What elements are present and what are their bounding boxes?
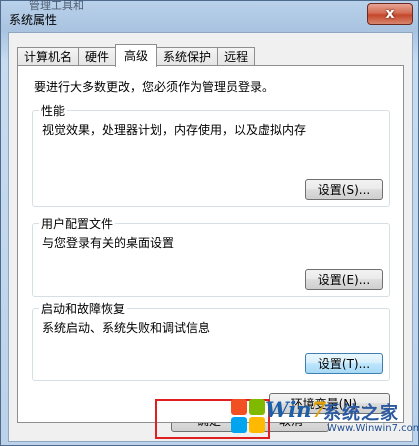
tab-hardware[interactable]: 硬件 <box>78 47 117 67</box>
tab-strip: 计算机名 硬件 高级 系统保护 远程 <box>17 44 256 67</box>
close-button[interactable]: x <box>367 3 413 25</box>
system-properties-window: 管理工具和 系统属性 x 计算机名 硬件 高级 系统保护 远程 要进行大多数更改… <box>0 0 419 446</box>
watermark-chinese-name: 系统之家 <box>323 403 399 424</box>
window-title: 系统属性 <box>9 13 58 27</box>
performance-legend: 性能 <box>39 102 68 119</box>
watermark-brand: Win7 <box>265 397 327 422</box>
user-profiles-settings-button[interactable]: 设置(E)... <box>305 269 383 290</box>
tab-system-protection[interactable]: 系统保护 <box>156 47 219 67</box>
watermark-url: Www.Winwin7.com <box>327 423 419 434</box>
startup-recovery-group: 启动和故障恢复 系统启动、系统失败和调试信息 设置(T)... <box>32 300 390 381</box>
dialog-client-area: 计算机名 硬件 高级 系统保护 远程 要进行大多数更改，您必须作为管理员登录。 … <box>8 32 413 442</box>
user-profiles-legend: 用户配置文件 <box>39 215 116 232</box>
startup-recovery-settings-button[interactable]: 设置(T)... <box>305 353 383 374</box>
startup-recovery-description: 系统启动、系统失败和调试信息 <box>42 321 211 335</box>
tab-computer-name[interactable]: 计算机名 <box>17 47 80 67</box>
windows-logo-icon <box>231 399 267 435</box>
user-profiles-group: 用户配置文件 与您登录有关的桌面设置 设置(E)... <box>32 215 390 297</box>
performance-description: 视觉效果，处理器计划，内存使用，以及虚拟内存 <box>42 123 307 137</box>
advanced-tab-panel: 要进行大多数更改，您必须作为管理员登录。 性能 视觉效果，处理器计划，内存使用，… <box>17 65 404 423</box>
tab-advanced[interactable]: 高级 <box>115 44 158 67</box>
startup-recovery-legend: 启动和故障恢复 <box>39 300 128 317</box>
user-profiles-description: 与您登录有关的桌面设置 <box>42 236 175 250</box>
performance-group: 性能 视觉效果，处理器计划，内存使用，以及虚拟内存 设置(S)... <box>32 102 390 207</box>
close-icon: x <box>385 6 395 22</box>
tab-remote[interactable]: 远程 <box>217 47 256 67</box>
site-watermark: Win7 系统之家 Www.Winwin7.com <box>231 393 419 445</box>
performance-settings-button[interactable]: 设置(S)... <box>305 179 383 200</box>
admin-note: 要进行大多数更改，您必须作为管理员登录。 <box>34 80 275 94</box>
title-bar[interactable]: 管理工具和 系统属性 x <box>1 0 418 31</box>
